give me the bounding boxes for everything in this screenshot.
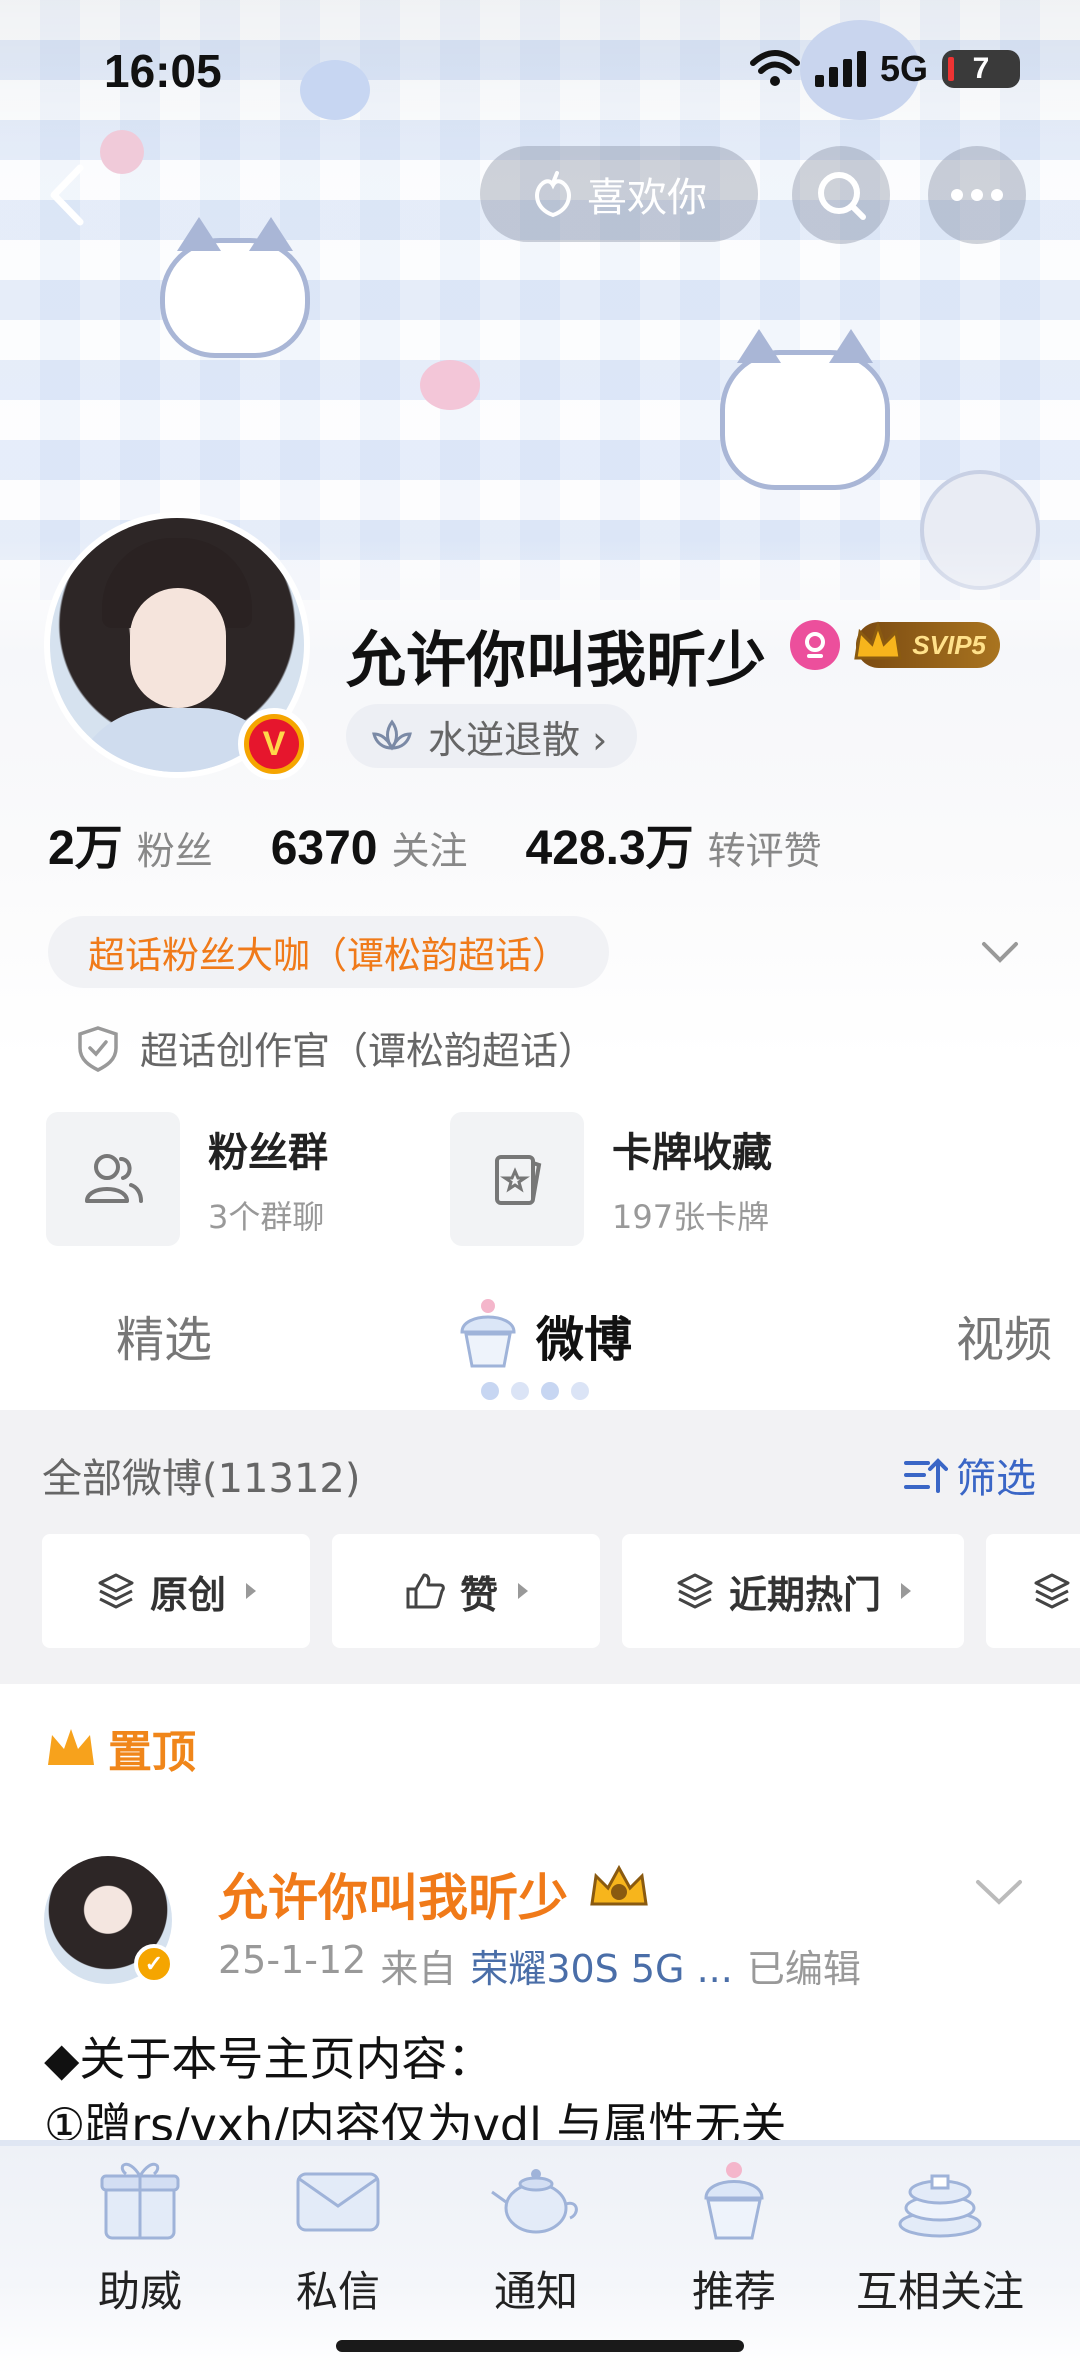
crown-icon [48,1729,94,1765]
post-device[interactable]: 荣耀30S 5G ... [470,1938,733,1993]
bottom-item-cheer[interactable]: 助威 [50,2152,230,2319]
bottom-item-notifications[interactable]: 通知 [446,2152,626,2319]
battery-icon: 7 [942,50,1020,88]
profile-tabs: 精选 微博 视频 [0,1260,1080,1410]
banner-cat-sticker [720,329,890,490]
profile-tag-pill[interactable]: 水逆退散 › [346,704,638,768]
shield-check-icon [78,1025,118,1072]
pancake-icon [898,2174,982,2238]
card-collection-title: 卡牌收藏 [612,1130,772,1176]
lotus-icon [372,719,412,751]
bottom-item-recommend[interactable]: 推荐 [644,2152,824,2319]
fans-count[interactable]: 2万 [48,808,123,878]
creator-title-label: 超话创作官（谭松韵超话） [140,1029,597,1073]
chip-more[interactable] [986,1534,1080,1648]
search-icon [818,172,866,220]
teapot-icon [491,2169,578,2234]
bottom-item-mutual-follow[interactable]: 互相关注 [840,2152,1040,2319]
wifi-icon [749,50,800,86]
banner-flower-sticker [100,130,144,174]
creator-title[interactable]: 超话创作官（谭松韵超话） [76,1020,596,1075]
gift-box-icon [100,2162,180,2240]
post-from: 来自 [380,1947,457,1991]
battery-low-indicator [948,57,954,81]
cupcake-icon [460,1299,516,1368]
peach-icon [535,171,571,218]
card-collection-icon-box [450,1112,584,1246]
post-body[interactable]: ◆关于本号主页内容： ①蹭rs/vxh/内容仅为vdl 与属性无关 [44,2026,787,2158]
back-arrow-icon[interactable] [40,160,96,230]
tab-featured[interactable]: 精选 [116,1300,212,1370]
users-icon [85,1154,143,1203]
card-collection-card[interactable]: 卡牌收藏 197张卡牌 [450,1112,772,1246]
tab-video[interactable]: 视频 [956,1300,1052,1370]
pinned-label: 置顶 [44,1716,196,1780]
fan-group-icon-box [46,1112,180,1246]
layers-icon [677,1573,713,1609]
filter-label: 筛选 [956,1456,1036,1502]
following-count[interactable]: 6370 [271,821,378,876]
signal-icon [814,51,866,87]
status-indicators: 5G 7 [749,48,1020,90]
cupcake-icon [704,2162,764,2240]
pink-member-icon[interactable] [790,620,840,670]
svip-badge[interactable]: SVIP5 [854,621,1000,668]
chip-recent-hot[interactable]: 近期热门 [622,1534,964,1648]
profile-tag-label: 水逆退散 › [428,717,608,762]
home-indicator[interactable] [336,2340,744,2352]
card-collection-sub: 197张卡牌 [612,1198,770,1236]
svip-label: SVIP5 [912,629,986,660]
profile-stats: 2万 粉丝 6370 关注 428.3万 转评赞 [48,808,822,878]
all-posts-count: 全部微博(11312) [42,1456,361,1502]
fan-group-card[interactable]: 粉丝群 3个群聊 [46,1112,328,1246]
chevron-down-icon[interactable] [978,930,1022,974]
tab-weibo[interactable]: 微博 [536,1300,632,1370]
banner-cat-sticker [160,217,310,358]
banner-flower-sticker [300,60,370,120]
layers-icon [1034,1573,1070,1609]
envelope-icon [296,2172,380,2232]
more-dots-icon [951,189,1003,201]
chevron-down-icon[interactable] [974,1872,1024,1912]
superfan-badge[interactable]: 超话粉丝大咖（谭松韵超话） [48,916,609,988]
svip-crown-icon [590,1864,648,1906]
like-you-label: 喜欢你 [587,175,707,221]
like-you-button[interactable]: 喜欢你 [480,146,758,242]
filter-icon [904,1458,948,1493]
interactions-count[interactable]: 428.3万 [526,808,694,878]
bottom-item-messages[interactable]: 私信 [248,2152,428,2319]
post-edited: 已编辑 [746,1947,861,1991]
search-button[interactable] [792,146,890,244]
post-verified-icon: ✓ [134,1944,174,1984]
battery-level: 7 [972,52,990,85]
fan-group-title: 粉丝群 [208,1130,328,1176]
post-meta: 25-1-12 来自 荣耀30S 5G ... 已编辑 [218,1938,861,1993]
interactions-label: 转评赞 [707,829,822,873]
following-label: 关注 [391,829,468,873]
network-type: 5G [879,48,928,89]
post-line: ◆关于本号主页内容： [44,2032,494,2086]
fans-label: 粉丝 [136,829,213,873]
verified-badge-icon: V [238,708,310,780]
fan-group-sub: 3个群聊 [208,1198,325,1236]
thumbs-up-icon [406,1573,445,1609]
post-date: 25-1-12 [218,1938,367,1982]
chip-likes[interactable]: 赞 [332,1534,600,1648]
profile-username: 允许你叫我昕少 [346,626,766,696]
more-button[interactable] [928,146,1026,244]
status-time: 16:05 [104,45,222,97]
chip-original[interactable]: 原创 [42,1534,310,1648]
crown-icon [854,621,902,660]
layers-icon [98,1573,134,1609]
tab-active-indicator [481,1382,589,1400]
banner-heart-sticker [420,360,480,410]
post-author-name[interactable]: 允许你叫我昕少 [218,1858,568,1930]
card-star-icon [495,1155,542,1205]
filter-button[interactable]: 筛选 [902,1446,1036,1504]
